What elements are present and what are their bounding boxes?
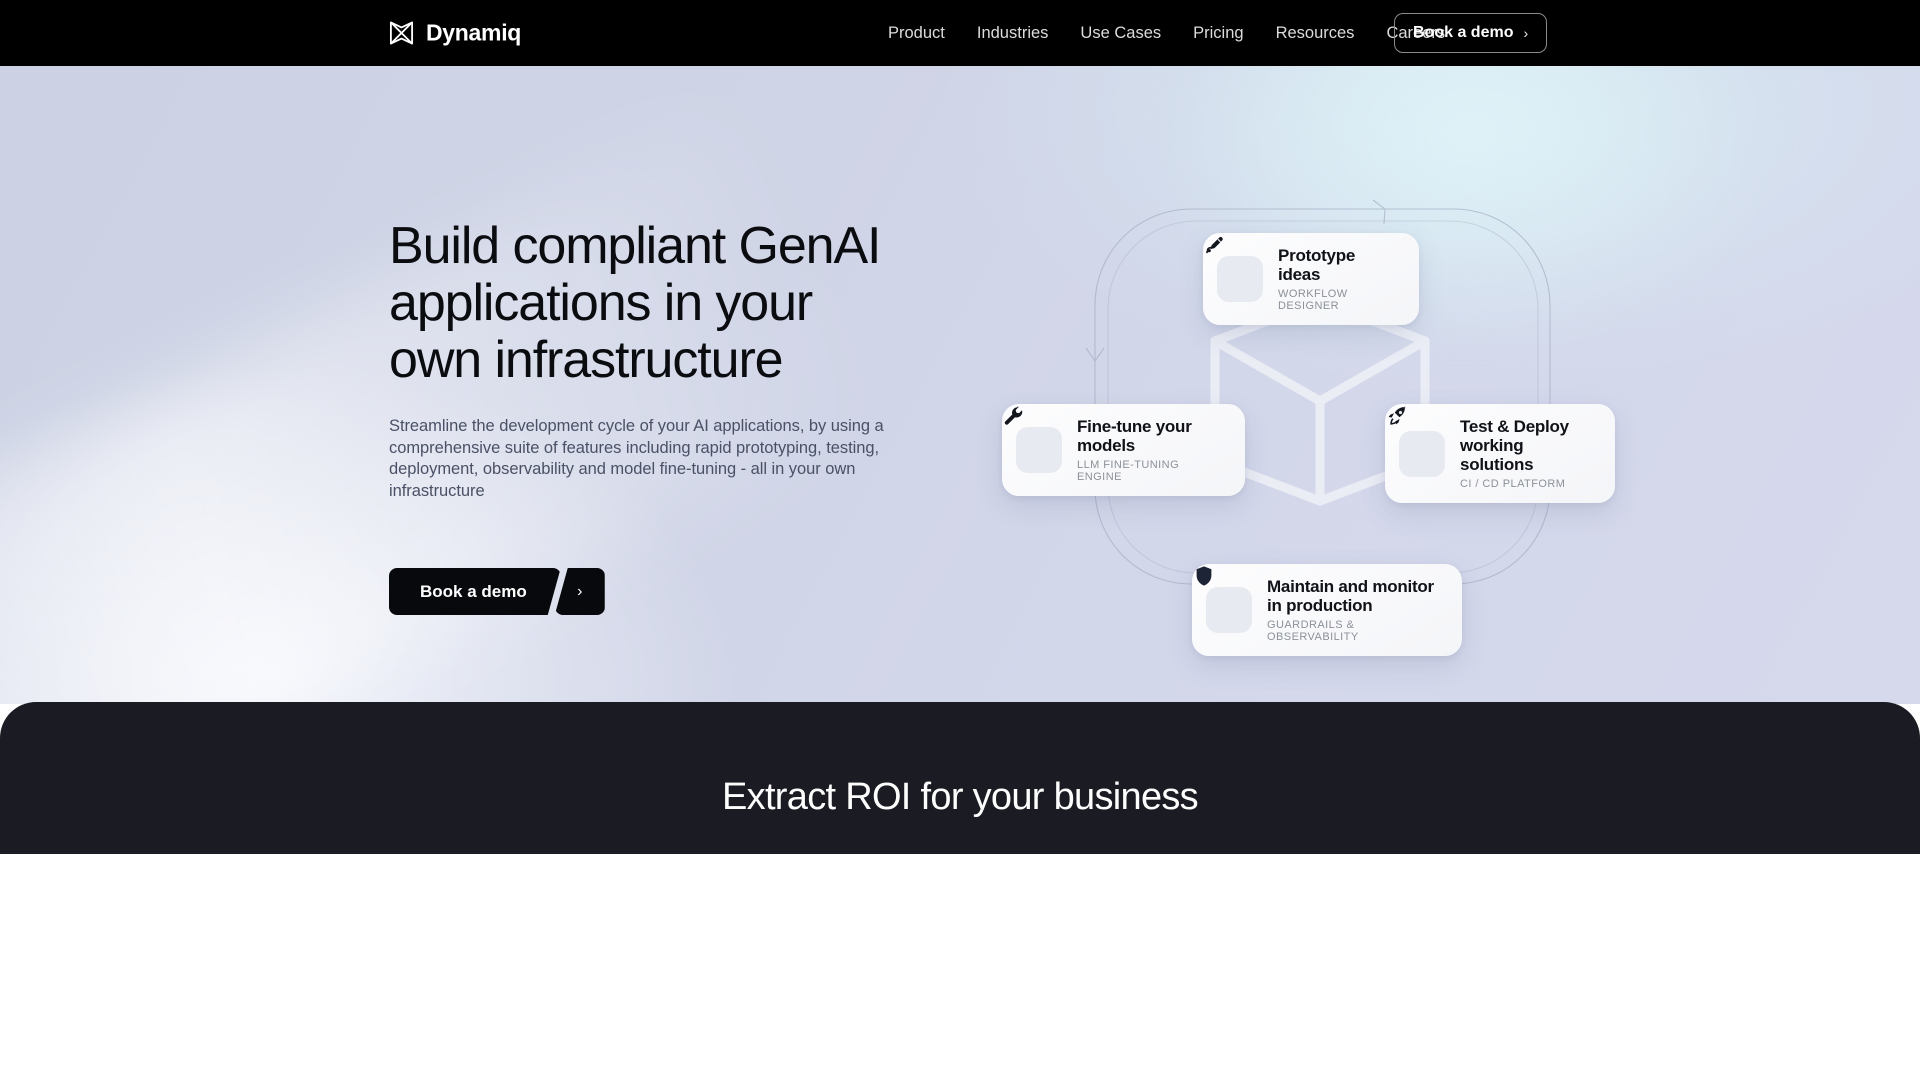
hero-title-line-1: Build compliant GenAI — [389, 217, 881, 275]
diagram-card-text: Fine-tune your models LLM FINE-TUNING EN… — [1077, 417, 1224, 483]
nav-links: Product Industries Use Cases Pricing Res… — [888, 25, 1445, 42]
diagram-card-test-and-deploy[interactable]: Test & Deploy working solutions CI / CD … — [1385, 404, 1615, 503]
diagram-card-title-line-2: in production — [1267, 596, 1373, 615]
wrench-icon — [1004, 406, 1062, 473]
nav-book-a-demo-button[interactable]: Book a demo › — [1394, 13, 1548, 53]
rocket-icon — [1388, 406, 1445, 477]
pencil-scribble-icon — [1206, 236, 1263, 302]
diagram-card-title: Prototype ideas — [1278, 246, 1356, 284]
chevron-right-icon: › — [1523, 25, 1529, 41]
diagram-card-kicker: GUARDRAILS & OBSERVABILITY — [1267, 619, 1359, 643]
nav-link-resources[interactable]: Resources — [1276, 25, 1355, 42]
nav-book-a-demo-label: Book a demo — [1413, 24, 1514, 41]
hero-book-a-demo-arrow-button[interactable]: › — [554, 568, 605, 615]
chevron-right-icon: › — [577, 582, 583, 600]
hero-title-line-3: own infrastructure — [389, 331, 784, 389]
brand-name: Dynamiq — [426, 19, 522, 46]
diagram-card-title-line-1: Maintain and monitor — [1267, 577, 1434, 596]
diagram-card-text: Maintain and monitor in production GUARD… — [1267, 577, 1441, 643]
nav-link-product[interactable]: Product — [888, 25, 945, 42]
hero-workflow-diagram: Prototype ideas WORKFLOW DESIGNER Fine-t… — [1002, 151, 1615, 656]
nav-link-industries[interactable]: Industries — [977, 25, 1049, 42]
diagram-card-title: Fine-tune your models — [1077, 417, 1224, 455]
hero-copy: Build compliant GenAI applications in yo… — [389, 218, 1009, 502]
roi-section-title: Extract ROI for your business — [722, 776, 1199, 818]
diagram-card-title-line-1: Fine-tune your — [1077, 417, 1192, 436]
top-navigation-bar: Dynamiq Product Industries Use Cases Pri… — [0, 0, 1920, 66]
diagram-card-kicker: WORKFLOW DESIGNER — [1278, 288, 1348, 312]
diagram-card-title-line-1: Test & Deploy — [1460, 417, 1569, 436]
hero-section: Build compliant GenAI applications in yo… — [0, 66, 1920, 704]
nav-link-use-cases[interactable]: Use Cases — [1080, 25, 1161, 42]
diagram-card-title: Test & Deploy working solutions — [1460, 417, 1594, 474]
diagram-card-fine-tune-models[interactable]: Fine-tune your models LLM FINE-TUNING EN… — [1002, 404, 1245, 496]
diagram-card-kicker: LLM FINE-TUNING ENGINE — [1077, 459, 1180, 483]
dynamiq-cube-logo-icon — [388, 20, 415, 47]
diagram-card-prototype-ideas[interactable]: Prototype ideas WORKFLOW DESIGNER — [1203, 233, 1419, 325]
diagram-card-title-line-2: working solutions — [1460, 436, 1534, 474]
hero-book-a-demo-button[interactable]: Book a demo — [389, 568, 561, 615]
page-root: Dynamiq Product Industries Use Cases Pri… — [0, 0, 1920, 1080]
page-title: Build compliant GenAI applications in yo… — [389, 218, 1009, 389]
diagram-card-maintain-and-monitor[interactable]: Maintain and monitor in production GUARD… — [1192, 564, 1462, 656]
hero-title-line-2: applications in your — [389, 274, 813, 332]
diagram-card-text: Test & Deploy working solutions CI / CD … — [1460, 417, 1594, 490]
nav-link-pricing[interactable]: Pricing — [1193, 25, 1243, 42]
cookie-consent-banner — [0, 854, 1920, 1080]
shield-icon — [1196, 566, 1252, 633]
diagram-card-title: Maintain and monitor in production — [1267, 577, 1441, 615]
brand-logo[interactable]: Dynamiq — [388, 20, 521, 47]
diagram-card-title-line-2: models — [1077, 436, 1136, 455]
hero-actions: Book a demo › — [389, 568, 605, 615]
diagram-card-kicker: CI / CD PLATFORM — [1460, 478, 1566, 490]
hero-subtitle: Streamline the development cycle of your… — [389, 417, 884, 500]
diagram-card-text: Prototype ideas WORKFLOW DESIGNER — [1278, 246, 1398, 312]
